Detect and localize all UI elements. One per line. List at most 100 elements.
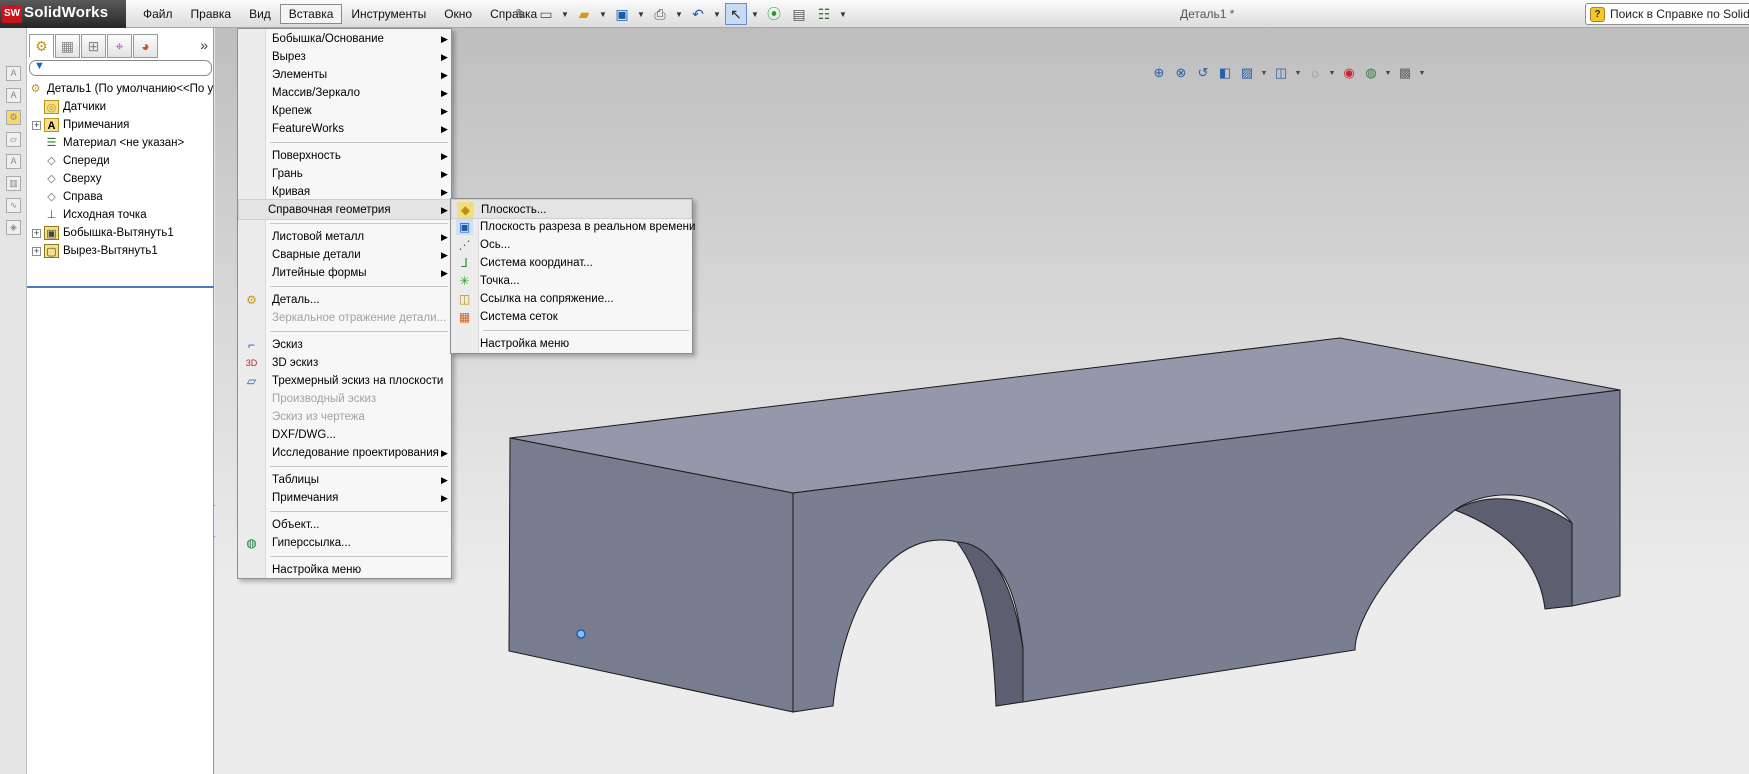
rebuild-traffic-light-icon[interactable]: ⦿ [763,3,785,25]
reference-tool-icon[interactable]: ▥ [6,176,21,191]
feature-tool-icon[interactable]: ⚙ [6,110,21,125]
file-properties-icon[interactable]: ▤ [788,3,810,25]
open-folder-icon[interactable]: ▰ [573,3,595,25]
menu-item-3d-sketch[interactable]: 3D 3D эскиз [238,353,451,373]
menu-item-face[interactable]: Грань ▶ [238,164,451,184]
menu-item-live-section-plane[interactable]: ▣ Плоскость разреза в реальном времени [451,217,695,237]
note-tool-icon[interactable]: A [6,154,21,169]
menu-item-axis[interactable]: ⋰ Ось... [451,235,692,255]
menu-item-label: Исследование проектирования [272,447,439,459]
smart-dimension-icon[interactable]: A [6,88,21,103]
menu-item-part[interactable]: ⚙ Деталь... [238,290,451,310]
menu-item-pattern-mirror[interactable]: Массив/Зеркало ▶ [238,83,451,103]
menu-item-cut[interactable]: Вырез ▶ [238,47,451,67]
menu-file[interactable]: Файл [134,4,182,24]
menu-item-label: Ось... [480,239,511,251]
menu-item-tables[interactable]: Таблицы ▶ [238,470,451,490]
menu-item-features[interactable]: Элементы ▶ [238,65,451,85]
grid-system-icon: ▦ [458,310,471,324]
tree-item-plane-front[interactable]: ◇ Спереди [27,152,214,170]
tree-item-part[interactable]: ⚙ Деталь1 (По умолчанию<<По у [27,80,214,98]
menu-item-design-study[interactable]: Исследование проектирования ▶ [238,443,451,463]
tree-item-plane-right[interactable]: ◇ Справа [27,188,214,206]
material-icon: ☰ [46,137,57,149]
point-icon: ✳ [459,274,470,288]
menu-view[interactable]: Вид [240,4,280,24]
save-icon[interactable]: ▣ [611,3,633,25]
menu-item-label: Точка... [480,275,520,287]
menu-item-annotations[interactable]: Примечания ▶ [238,488,451,508]
chevron-right-icon[interactable]: » [200,37,208,53]
tree-item-sensors[interactable]: ◎ Датчики [27,98,214,116]
menu-item-dxf-dwg[interactable]: DXF/DWG... [238,425,451,445]
tree-item-boss-extrude[interactable]: + ▣ Бобышка-Вытянуть1 [27,224,214,242]
surface-tool-icon[interactable]: ▱ [6,132,21,147]
menu-item-surface[interactable]: Поверхность ▶ [238,146,451,166]
menu-insert[interactable]: Вставка [279,4,343,24]
menu-item-label: Бобышка/Основание [272,33,384,45]
menu-item-plane[interactable]: ◆ Плоскость... [451,199,692,219]
feature-tree-tab[interactable]: ⚙ [29,34,54,58]
dim-xpert-tab[interactable]: ⌖ [107,34,132,58]
tree-item-material[interactable]: ☰ Материал <не указан> [27,134,214,152]
curve-tool-icon[interactable]: ∿ [6,198,21,213]
sketch-tool-icon[interactable]: A [6,66,21,81]
expand-icon[interactable]: + [32,121,41,130]
menu-item-coordinate-system[interactable]: ⅃ Система координат... [451,253,692,273]
configuration-manager-tab[interactable]: ⊞ [81,34,106,58]
print-dropdown-icon[interactable]: ▼ [674,3,684,25]
expand-icon[interactable]: + [32,229,41,238]
menu-item-point[interactable]: ✳ Точка... [451,271,692,291]
select-arrow-icon[interactable]: ↖ [725,3,747,25]
menu-item-hyperlink[interactable]: ◍ Гиперссылка... [238,533,451,553]
evaluate-tool-icon[interactable]: ◈ [6,220,21,235]
open-dropdown-icon[interactable]: ▼ [598,3,608,25]
help-search-input[interactable]: ? Поиск в Справке по SolidWorks [1585,3,1749,25]
menu-item-reference-geometry[interactable]: Справочная геометрия ▶ [238,199,451,220]
tree-item-cut-extrude[interactable]: + ▢ Вырез-Вытянуть1 [27,242,214,260]
feature-manager-tabs: ⚙ ▦ ⊞ ⌖ ◕ » [27,34,214,60]
options-dropdown-icon[interactable]: ▼ [838,3,848,25]
new-dropdown-icon[interactable]: ▼ [560,3,570,25]
rollback-bar[interactable] [27,286,214,288]
options-icon[interactable]: ☷ [813,3,835,25]
menu-item-boss-base[interactable]: Бобышка/Основание ▶ [238,29,451,49]
menu-item-3d-sketch-on-plane[interactable]: ▱ Трехмерный эскиз на плоскости [238,371,451,391]
menu-item-object[interactable]: Объект... [238,515,451,535]
menu-item-mate-reference[interactable]: ◫ Ссылка на сопряжение... [451,289,692,309]
new-document-icon[interactable]: ▭ [535,3,557,25]
menu-item-featureworks[interactable]: FeatureWorks ▶ [238,119,451,139]
save-dropdown-icon[interactable]: ▼ [636,3,646,25]
tree-item-annotations[interactable]: + A Примечания [27,116,214,134]
menu-separator [270,466,448,467]
tree-item-label: Бобышка-Вытянуть1 [63,227,174,239]
tree-item-origin[interactable]: ⊥ Исходная точка [27,206,214,224]
menu-item-weldments[interactable]: Сварные детали ▶ [238,245,451,265]
undo-dropdown-icon[interactable]: ▼ [712,3,722,25]
menu-edit[interactable]: Правка [182,4,241,24]
menu-item-sketch[interactable]: ⌐ Эскиз [238,335,451,355]
expand-icon[interactable]: + [32,247,41,256]
menu-item-grid-system[interactable]: ▦ Система сеток [451,307,692,327]
menu-item-customize-menu[interactable]: Настройка меню [238,560,451,580]
menu-item-molds[interactable]: Литейные формы ▶ [238,263,451,283]
menu-item-fastening[interactable]: Крепеж ▶ [238,101,451,121]
menu-item-sheet-metal[interactable]: Листовой металл ▶ [238,227,451,247]
select-dropdown-icon[interactable]: ▼ [750,3,760,25]
display-manager-tab[interactable]: ◕ [133,34,158,58]
live-section-plane-icon: ▣ [456,219,473,235]
menu-tools[interactable]: Инструменты [342,4,435,24]
menu-item-label: Массив/Зеркало [272,87,360,99]
tree-filter-input[interactable]: ▼ [29,60,212,76]
property-manager-tab[interactable]: ▦ [55,34,80,58]
extrude-boss-icon: ▣ [44,226,59,240]
tree-item-plane-top[interactable]: ◇ Сверху [27,170,214,188]
menu-item-customize-menu[interactable]: Настройка меню [451,334,692,354]
menu-window[interactable]: Окно [435,4,481,24]
pushpin-icon[interactable]: ✎ [510,3,532,25]
solidworks-logo[interactable]: SW SolidWorks [0,0,126,28]
undo-icon[interactable]: ↶ [687,3,709,25]
print-icon[interactable]: ⎙ [649,3,671,25]
plane-icon: ◇ [47,173,56,185]
annotations-icon: A [44,118,59,132]
